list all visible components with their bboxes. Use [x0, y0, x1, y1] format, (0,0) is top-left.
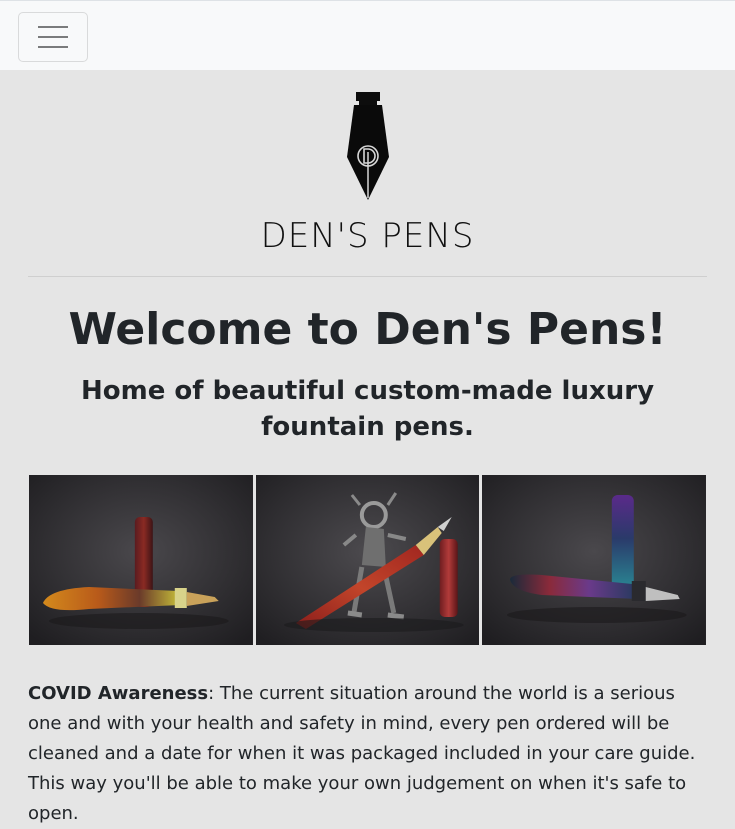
- hamburger-icon: [38, 36, 68, 38]
- brand-logo[interactable]: DEN'S PENS: [0, 70, 735, 256]
- brand-name: DEN'S PENS: [260, 216, 475, 256]
- page-subtitle: Home of beautiful custom-made luxury fou…: [80, 376, 655, 442]
- page-title: Welcome to Den's Pens!: [68, 304, 667, 355]
- top-navbar: [0, 0, 735, 70]
- covid-notice-text: : The current situation around the world…: [28, 683, 696, 824]
- covid-notice-label: COVID Awareness: [28, 683, 209, 704]
- divider: [28, 276, 707, 277]
- fountain-pen-nib-icon: [346, 92, 389, 200]
- pen-photo-yellow-orange[interactable]: [29, 475, 253, 645]
- covid-notice: COVID Awareness: The current situation a…: [28, 679, 707, 829]
- pen-photo-blue-purple[interactable]: [482, 475, 707, 645]
- pen-gallery: [29, 475, 707, 645]
- pen-photo-red-with-robot[interactable]: [255, 475, 480, 645]
- hamburger-icon: [38, 26, 68, 28]
- hamburger-icon: [38, 46, 68, 48]
- navbar-toggle-button[interactable]: [18, 12, 88, 62]
